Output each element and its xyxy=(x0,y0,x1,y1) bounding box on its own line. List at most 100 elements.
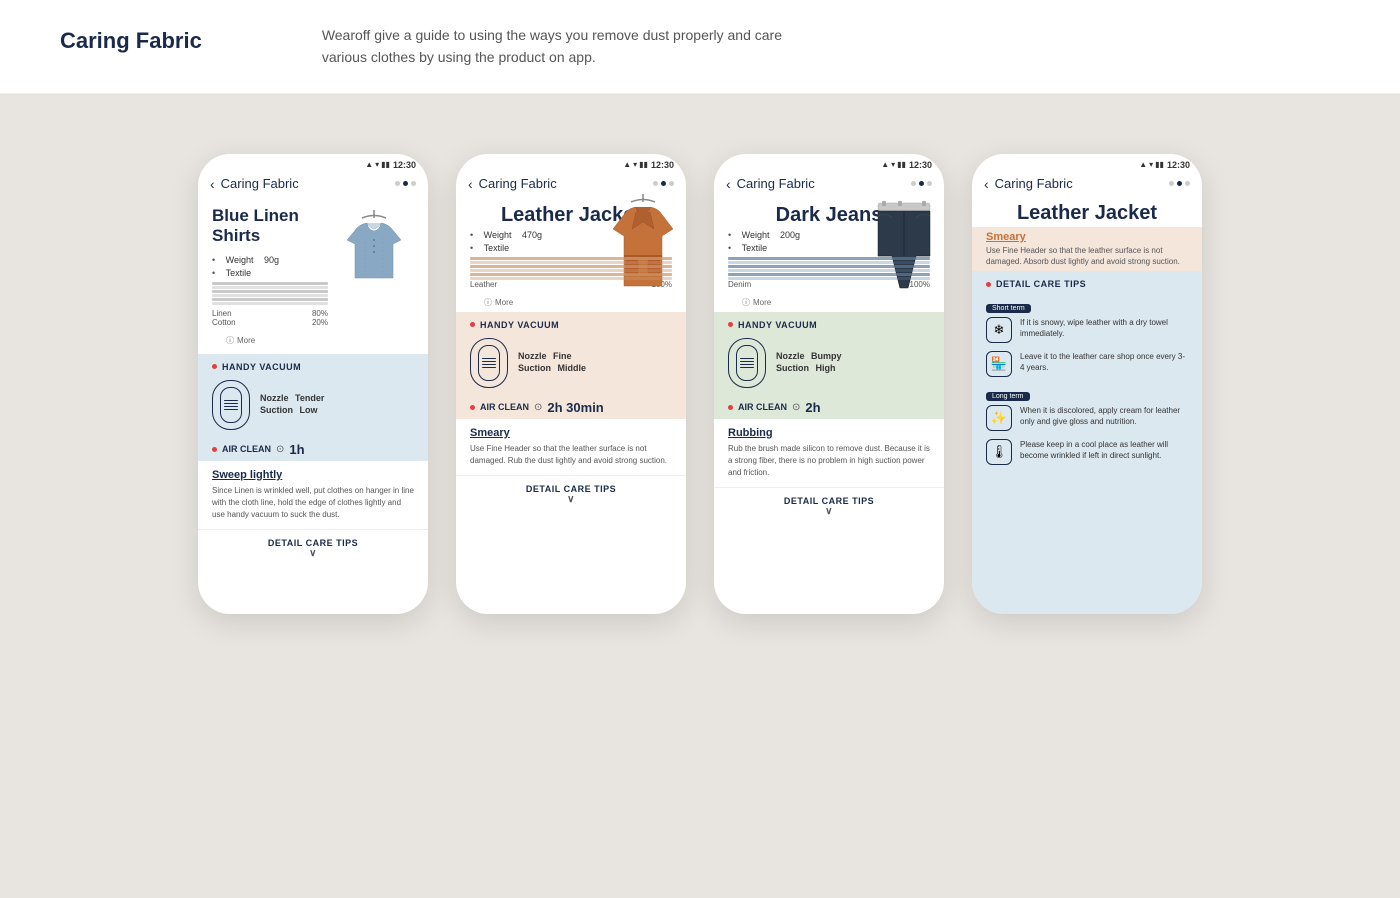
detail-care-bar-3[interactable]: DETAIL CARE TIPS ∨ xyxy=(714,487,944,525)
status-bar-4: ▲ ▾ ▮▮ 12:30 xyxy=(972,154,1202,172)
phone-2: ▲ ▾ ▮▮ 12:30 ‹ Caring Fabric Leather Jac… xyxy=(456,154,686,614)
vacuum-section-3: HANDY VACUUM Nozzle Bumpy Sucti xyxy=(714,312,944,396)
phone-4: ▲ ▾ ▮▮ 12:30 ‹ Caring Fabric Leather Jac… xyxy=(972,154,1202,614)
dot-3 xyxy=(411,181,416,186)
back-button-4[interactable]: ‹ xyxy=(984,176,989,192)
tip-text-1: If it is snowy, wipe leather with a dry … xyxy=(1020,317,1188,339)
more-icon-2: ⓘ xyxy=(484,297,492,308)
weight-value-1: 90g xyxy=(264,255,279,265)
textile-pattern-1: Linen80% Cotton20% xyxy=(212,282,328,327)
app-title-3: Caring Fabric xyxy=(737,176,815,191)
tip-item-4: 🌡 Please keep in a cool place as leather… xyxy=(986,439,1188,465)
cream-icon: ✨ xyxy=(991,410,1007,426)
wifi-icon: ▾ xyxy=(375,160,379,169)
signal-icon-4: ▲ xyxy=(1139,160,1147,169)
tip-icon-4: 🌡 xyxy=(986,439,1012,465)
garment-info-1: Blue Linen Shirts • Weight 90g • Textile xyxy=(212,206,328,350)
air-time-1: 1h xyxy=(289,442,304,457)
wifi-icon-2: ▾ xyxy=(633,160,637,169)
signal-icon-3: ▲ xyxy=(881,160,889,169)
snowflake-icon: ❄ xyxy=(994,322,1005,338)
tip-icon-1: ❄ xyxy=(986,317,1012,343)
linen-stripes xyxy=(212,282,328,305)
vacuum-section-2: HANDY VACUUM Nozzle Fine Suctio xyxy=(456,312,686,396)
air-clean-label-1: AIR CLEAN xyxy=(222,444,271,454)
tip-icon-2: 🏪 xyxy=(986,351,1012,377)
status-time-3: 12:30 xyxy=(909,160,932,170)
tip-text-3: When it is discolored, apply cream for l… xyxy=(1020,405,1188,427)
clock-icon-1: ⊙ xyxy=(276,444,284,455)
page-title: Caring Fabric xyxy=(60,28,202,54)
tips-arrow-1: ∨ xyxy=(206,548,420,559)
textile-detail-1: • Textile xyxy=(212,268,328,278)
pagination-dots-1 xyxy=(395,181,416,186)
header: Caring Fabric Wearoff give a guide to us… xyxy=(0,0,1400,94)
garment-image-3 xyxy=(870,198,938,303)
wifi-icon-3: ▾ xyxy=(891,160,895,169)
vacuum-label-1: HANDY VACUUM xyxy=(212,362,414,372)
detail-care-section-4: DETAIL CARE TIPS Short term ❄ If it is s… xyxy=(972,271,1202,614)
long-term-badge: Long term xyxy=(986,385,1188,405)
more-icon-3: ⓘ xyxy=(742,297,750,308)
jeans-svg xyxy=(870,198,938,298)
garment-section-2: Leather Jacket xyxy=(456,198,686,228)
garment-name-1: Blue Linen Shirts xyxy=(212,206,328,247)
app-header-4: ‹ Caring Fabric xyxy=(972,172,1202,198)
detail-care-bar-2[interactable]: DETAIL CARE TIPS ∨ xyxy=(456,475,686,513)
tip-icon-3: ✨ xyxy=(986,405,1012,431)
app-header-1: ‹ Caring Fabric xyxy=(198,172,428,198)
vacuum-icon-2 xyxy=(470,338,508,388)
back-button-1[interactable]: ‹ xyxy=(210,176,215,192)
garment-image-1 xyxy=(334,206,414,296)
shop-icon: 🏪 xyxy=(991,356,1007,372)
garment-name-section-4: Leather Jacket xyxy=(972,198,1202,227)
app-header-3: ‹ Caring Fabric xyxy=(714,172,944,198)
pagination-dots-4 xyxy=(1169,181,1190,186)
smeary-section: Smeary Use Fine Header so that the leath… xyxy=(972,227,1202,271)
textile-labels-1: Linen80% Cotton20% xyxy=(212,309,328,327)
tip-item-1: ❄ If it is snowy, wipe leather with a dr… xyxy=(986,317,1188,343)
weight-label-1: Weight xyxy=(226,255,254,265)
more-icon-1: ⓘ xyxy=(226,335,234,346)
back-button-3[interactable]: ‹ xyxy=(726,176,731,192)
more-link-1[interactable]: ⓘ More xyxy=(212,331,328,350)
status-time-2: 12:30 xyxy=(651,160,674,170)
battery-icon-2: ▮▮ xyxy=(639,160,648,169)
textile-label-1: Textile xyxy=(226,268,252,278)
app-title-4: Caring Fabric xyxy=(995,176,1073,191)
red-dot-1 xyxy=(212,364,217,369)
garment-name-4: Leather Jacket xyxy=(986,202,1188,225)
app-title-1: Caring Fabric xyxy=(221,176,299,191)
pagination-dots-3 xyxy=(911,181,932,186)
status-time-1: 12:30 xyxy=(393,160,416,170)
app-title-2: Caring Fabric xyxy=(479,176,557,191)
tip-text-4: Please keep in a cool place as leather w… xyxy=(1020,439,1188,461)
status-icons-1: ▲ ▾ ▮▮ xyxy=(365,160,390,169)
pagination-dots-2 xyxy=(653,181,674,186)
vacuum-icon-1 xyxy=(212,380,250,430)
battery-icon-3: ▮▮ xyxy=(897,160,906,169)
weight-detail-1: • Weight 90g xyxy=(212,255,328,265)
method-desc-1: Since Linen is wrinkled well, put clothe… xyxy=(212,485,414,521)
sun-icon: 🌡 xyxy=(991,444,1008,460)
air-clean-section-2: AIR CLEAN ⊙ 2h 30min xyxy=(456,396,686,419)
method-block-3: Rubbing Rub the brush made silicon to re… xyxy=(714,419,944,487)
battery-icon: ▮▮ xyxy=(381,160,390,169)
vacuum-section-1: HANDY VACUUM Nozzle xyxy=(198,354,428,438)
short-term-badge: Short term xyxy=(986,297,1188,317)
header-description: Wearoff give a guide to using the ways y… xyxy=(322,24,802,69)
status-bar-3: ▲ ▾ ▮▮ 12:30 xyxy=(714,154,944,172)
vacuum-row-1: Nozzle Tender Suction Low xyxy=(212,380,414,430)
method-block-1: Sweep lightly Since Linen is wrinkled we… xyxy=(198,461,428,529)
detail-care-bar-1[interactable]: DETAIL CARE TIPS ∨ xyxy=(198,529,428,567)
method-block-2: Smeary Use Fine Header so that the leath… xyxy=(456,419,686,475)
dot-1 xyxy=(395,181,400,186)
tip-item-2: 🏪 Leave it to the leather care shop once… xyxy=(986,351,1188,377)
phone-3: ▲ ▾ ▮▮ 12:30 ‹ Caring Fabric Dark Jeans xyxy=(714,154,944,614)
back-button-2[interactable]: ‹ xyxy=(468,176,473,192)
method-title-1: Sweep lightly xyxy=(212,469,414,481)
air-clean-section-3: AIR CLEAN ⊙ 2h xyxy=(714,396,944,419)
phone-1: ▲ ▾ ▮▮ 12:30 ‹ Caring Fabric Blue Linen … xyxy=(198,154,428,614)
tip-text-2: Leave it to the leather care shop once e… xyxy=(1020,351,1188,373)
tips-arrow-2: ∨ xyxy=(464,494,678,505)
